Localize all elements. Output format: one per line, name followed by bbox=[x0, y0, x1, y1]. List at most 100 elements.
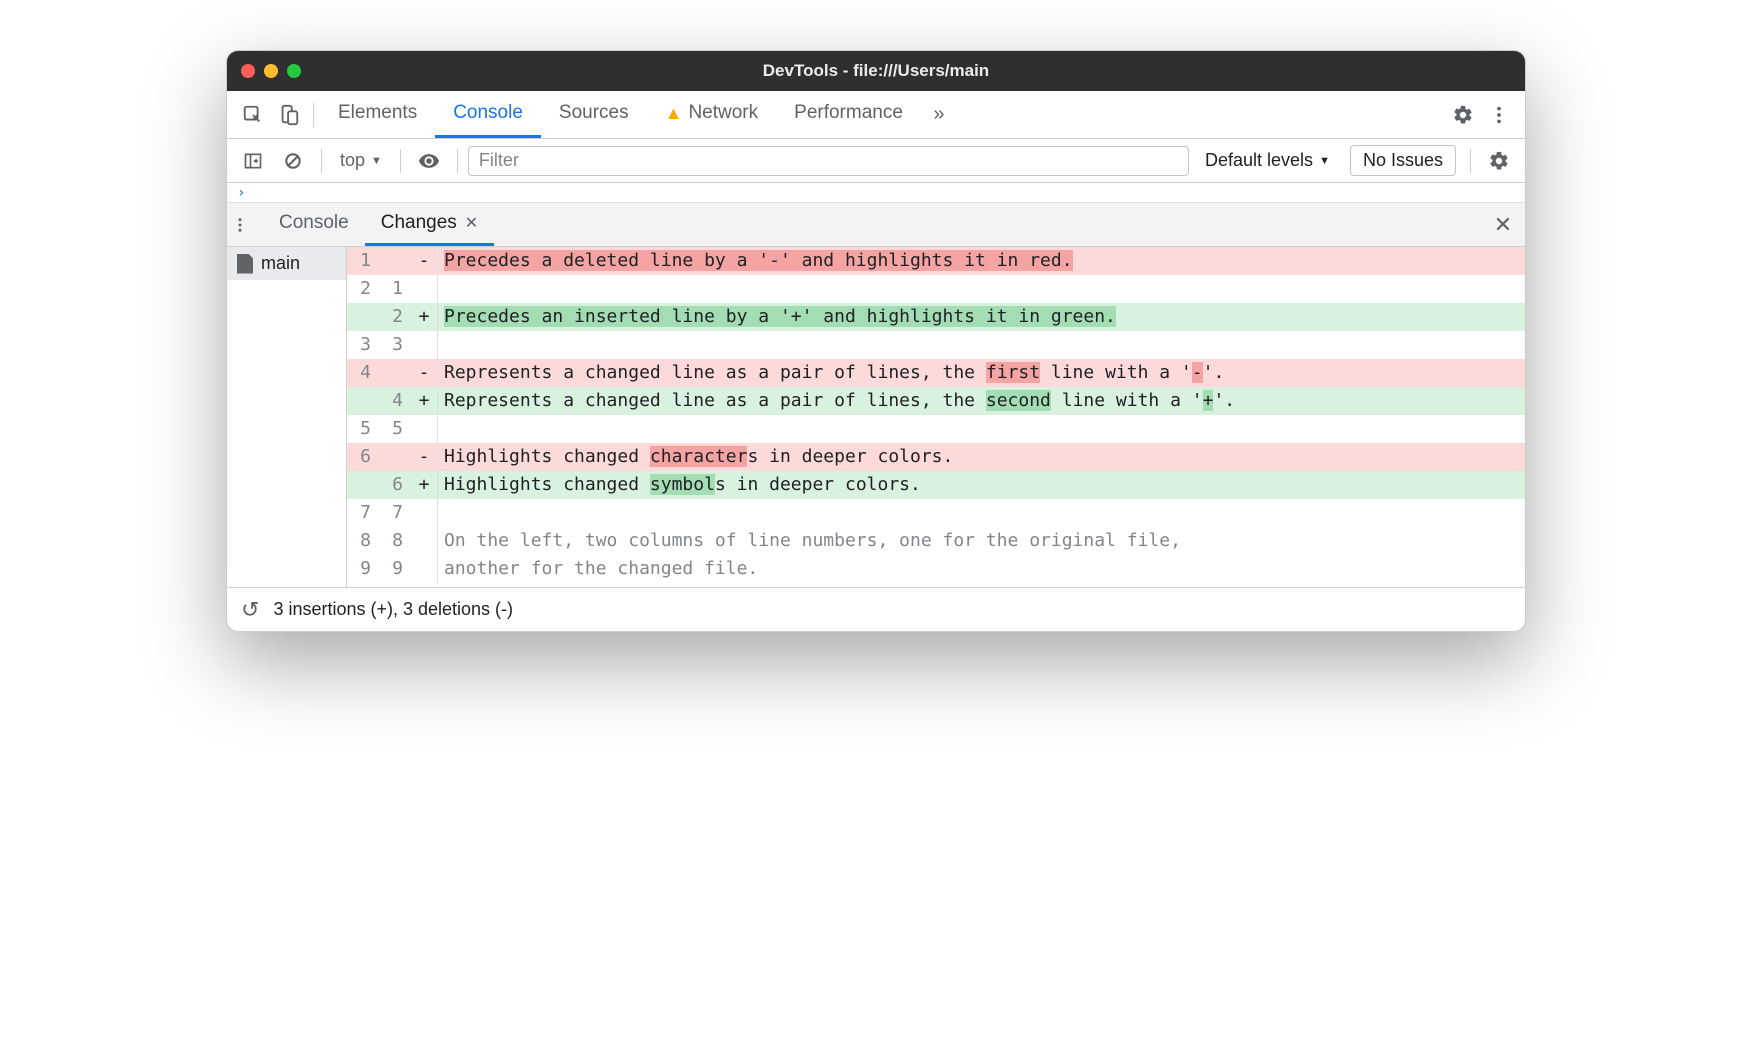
line-number-new: 4 bbox=[379, 387, 411, 415]
diff-marker: + bbox=[411, 471, 437, 499]
diff-marker: - bbox=[411, 443, 437, 471]
titlebar: DevTools - file:///Users/main bbox=[227, 51, 1525, 91]
diff-marker bbox=[411, 527, 437, 555]
diff-line: 88 On the left, two columns of line numbe… bbox=[347, 527, 1525, 555]
divider bbox=[321, 149, 322, 173]
changes-panel: main 1-Precedes a deleted line by a '-' … bbox=[227, 247, 1525, 587]
diff-code: Represents a changed line as a pair of l… bbox=[438, 387, 1525, 415]
diff-line: 4+Represents a changed line as a pair of… bbox=[347, 387, 1525, 415]
levels-label: Default levels bbox=[1205, 150, 1313, 171]
diff-code: Precedes a deleted line by a '-' and hig… bbox=[438, 247, 1525, 275]
line-number-old: 4 bbox=[347, 359, 379, 387]
drawer-menu-icon[interactable] bbox=[231, 216, 263, 234]
console-settings-icon[interactable] bbox=[1481, 143, 1517, 179]
diff-line: 6+Highlights changed symbols in deeper c… bbox=[347, 471, 1525, 499]
diff-marker bbox=[411, 415, 437, 443]
more-tabs-button[interactable]: » bbox=[921, 103, 957, 126]
execution-context-selector[interactable]: top ▼ bbox=[332, 150, 390, 171]
kebab-menu-icon[interactable] bbox=[1481, 97, 1517, 133]
diff-code: On the left, two columns of line numbers… bbox=[438, 527, 1525, 555]
maximize-window-button[interactable] bbox=[287, 64, 301, 78]
diff-marker: - bbox=[411, 247, 437, 275]
changes-summary: 3 insertions (+), 3 deletions (-) bbox=[273, 599, 513, 620]
line-number-new: 2 bbox=[379, 303, 411, 331]
drawer-tab-changes[interactable]: Changes ✕ bbox=[365, 203, 494, 246]
line-number-old: 3 bbox=[347, 331, 379, 359]
settings-icon[interactable] bbox=[1445, 97, 1481, 133]
diff-code bbox=[438, 499, 1525, 527]
line-number-new: 9 bbox=[379, 555, 411, 583]
tab-sources[interactable]: Sources bbox=[541, 91, 647, 138]
diff-code: Represents a changed line as a pair of l… bbox=[438, 359, 1525, 387]
divider bbox=[313, 103, 314, 127]
tab-elements[interactable]: Elements bbox=[320, 91, 435, 138]
line-number-new: 6 bbox=[379, 471, 411, 499]
revert-icon[interactable]: ↻ bbox=[241, 597, 259, 623]
line-number-old: 7 bbox=[347, 499, 379, 527]
diff-code: Precedes an inserted line by a '+' and h… bbox=[438, 303, 1525, 331]
file-name: main bbox=[261, 253, 300, 274]
line-number-new bbox=[379, 247, 411, 275]
diff-line: 99 another for the changed file. bbox=[347, 555, 1525, 583]
clear-console-icon[interactable] bbox=[275, 143, 311, 179]
diff-line: 21 bbox=[347, 275, 1525, 303]
issues-button[interactable]: No Issues bbox=[1350, 145, 1456, 176]
tab-network-label: Network bbox=[688, 102, 758, 124]
diff-code: Highlights changed symbols in deeper col… bbox=[438, 471, 1525, 499]
diff-line: 2+Precedes an inserted line by a '+' and… bbox=[347, 303, 1525, 331]
diff-code: another for the changed file. bbox=[438, 555, 1525, 583]
scope-label: top bbox=[340, 150, 365, 171]
devtools-window: DevTools - file:///Users/main Elements C… bbox=[226, 50, 1526, 632]
main-toolbar: Elements Console Sources ▲ Network Perfo… bbox=[227, 91, 1525, 139]
line-number-old: 9 bbox=[347, 555, 379, 583]
line-number-old: 8 bbox=[347, 527, 379, 555]
line-number-new: 1 bbox=[379, 275, 411, 303]
diff-line: 55 bbox=[347, 415, 1525, 443]
filter-input[interactable] bbox=[468, 146, 1189, 176]
file-tree: main bbox=[227, 247, 347, 587]
window-title: DevTools - file:///Users/main bbox=[227, 61, 1525, 81]
drawer-tab-console[interactable]: Console bbox=[263, 203, 365, 246]
line-number-old: 1 bbox=[347, 247, 379, 275]
line-number-new: 8 bbox=[379, 527, 411, 555]
log-levels-selector[interactable]: Default levels ▼ bbox=[1193, 150, 1342, 171]
diff-marker bbox=[411, 275, 437, 303]
diff-marker: + bbox=[411, 387, 437, 415]
window-controls bbox=[241, 64, 301, 78]
diff-viewer[interactable]: 1-Precedes a deleted line by a '-' and h… bbox=[347, 247, 1525, 587]
diff-code bbox=[438, 331, 1525, 359]
line-number-old: 6 bbox=[347, 443, 379, 471]
divider bbox=[457, 149, 458, 173]
file-icon bbox=[237, 254, 253, 274]
line-number-old: 5 bbox=[347, 415, 379, 443]
close-tab-icon[interactable]: ✕ bbox=[465, 213, 478, 233]
diff-marker bbox=[411, 499, 437, 527]
device-toolbar-icon[interactable] bbox=[271, 97, 307, 133]
chevron-down-icon: ▼ bbox=[1319, 155, 1330, 167]
drawer-tab-changes-label: Changes bbox=[381, 212, 457, 234]
file-item[interactable]: main bbox=[227, 247, 346, 280]
tab-console[interactable]: Console bbox=[435, 91, 541, 138]
console-prompt[interactable]: › bbox=[227, 183, 1525, 203]
warning-icon: ▲ bbox=[665, 103, 683, 124]
inspect-element-icon[interactable] bbox=[235, 97, 271, 133]
line-number-old bbox=[347, 303, 379, 331]
diff-marker bbox=[411, 555, 437, 583]
live-expression-icon[interactable] bbox=[411, 143, 447, 179]
diff-marker bbox=[411, 331, 437, 359]
line-number-new: 5 bbox=[379, 415, 411, 443]
chevron-down-icon: ▼ bbox=[371, 155, 382, 167]
diff-line: 6 -Highlights changed characters in deepe… bbox=[347, 443, 1525, 471]
diff-code: Highlights changed characters in deeper … bbox=[438, 443, 1525, 471]
minimize-window-button[interactable] bbox=[264, 64, 278, 78]
toggle-sidebar-icon[interactable] bbox=[235, 143, 271, 179]
tab-network[interactable]: ▲ Network bbox=[647, 91, 777, 138]
diff-line: 4-Represents a changed line as a pair of… bbox=[347, 359, 1525, 387]
diff-line: 77 bbox=[347, 499, 1525, 527]
line-number-old bbox=[347, 471, 379, 499]
line-number-new bbox=[379, 359, 411, 387]
diff-code bbox=[438, 275, 1525, 303]
tab-performance[interactable]: Performance bbox=[776, 91, 921, 138]
close-drawer-icon[interactable]: ✕ bbox=[1485, 212, 1521, 238]
close-window-button[interactable] bbox=[241, 64, 255, 78]
